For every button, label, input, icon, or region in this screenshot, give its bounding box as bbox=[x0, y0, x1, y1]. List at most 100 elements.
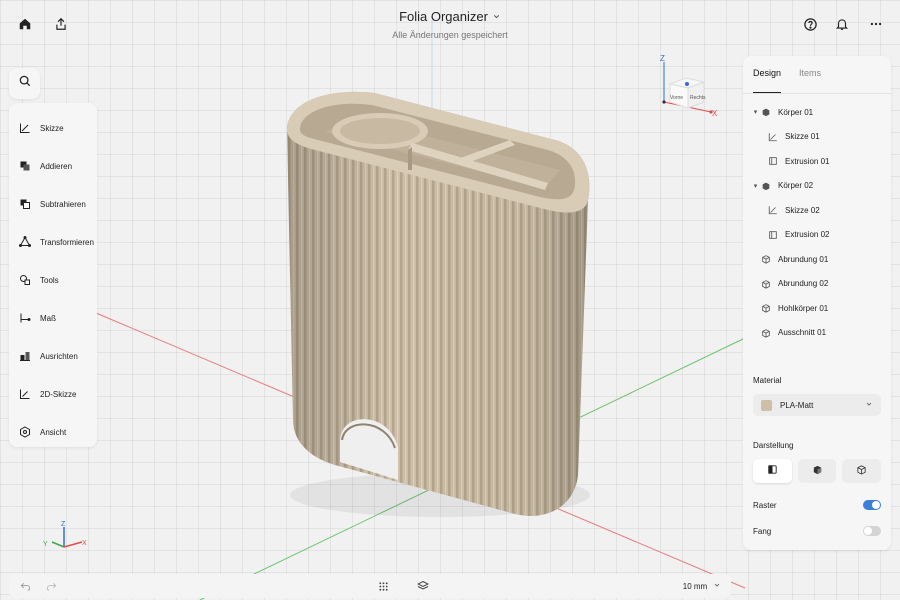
tool-align[interactable]: Ausrichten bbox=[9, 337, 97, 375]
tab-design[interactable]: Design bbox=[753, 68, 782, 93]
viewcube-front-label: Vorne bbox=[670, 95, 683, 101]
tree-item-sketch-01[interactable]: Skizze 01 bbox=[743, 125, 891, 150]
tree-item-extrusion-02[interactable]: Extrusion 02 bbox=[743, 223, 891, 248]
tree-item-label: Extrusion 02 bbox=[785, 230, 830, 240]
measure-icon bbox=[18, 311, 32, 325]
display-label: Darstellung bbox=[753, 441, 794, 450]
tree-item-label: Hohlkörper 01 bbox=[778, 303, 829, 313]
viewcube-x-label: X bbox=[712, 109, 718, 118]
tree-item-body-02[interactable]: ▾ Körper 02 bbox=[743, 174, 891, 199]
add-icon bbox=[18, 159, 32, 173]
tool-label: Ansicht bbox=[40, 427, 67, 437]
tool-2d-sketch[interactable]: 2D-Skizze bbox=[9, 375, 97, 413]
tool-sketch[interactable]: Skizze bbox=[9, 109, 97, 147]
gizmo-y-label: Y bbox=[43, 541, 48, 548]
tree-item-fillet-01[interactable]: Abrundung 01 bbox=[743, 247, 891, 272]
tree-item-sketch-02[interactable]: Skizze 02 bbox=[743, 198, 891, 223]
sketch-icon bbox=[767, 131, 778, 142]
help-icon[interactable] bbox=[794, 8, 826, 40]
tree-item-body-01[interactable]: ▾ Körper 01 bbox=[743, 100, 891, 125]
snap-label: Fang bbox=[753, 526, 772, 536]
tool-add[interactable]: Addieren bbox=[9, 147, 97, 185]
material-select[interactable]: PLA-Matt bbox=[753, 394, 881, 416]
feature-cube-icon bbox=[760, 278, 771, 289]
panel-tabs: Design Items bbox=[743, 56, 891, 94]
tool-tools[interactable]: Tools bbox=[9, 261, 97, 299]
raster-label: Raster bbox=[753, 500, 777, 510]
units-value: 10 mm bbox=[682, 581, 708, 591]
view-cube[interactable]: Vorne Rechts Z X bbox=[656, 54, 726, 124]
tool-label: Tools bbox=[40, 275, 59, 285]
display-mode-group bbox=[753, 459, 882, 483]
more-icon[interactable] bbox=[860, 8, 892, 40]
design-panel: Design Items ▾ Körper 01 Skizze 01 Extru… bbox=[743, 56, 891, 550]
display-solid-button[interactable] bbox=[753, 459, 792, 483]
search-icon bbox=[18, 74, 32, 93]
document-title-text: Folia Organizer bbox=[399, 9, 488, 24]
snap-row: Fang bbox=[753, 526, 881, 536]
tree-item-label: Extrusion 01 bbox=[785, 156, 830, 166]
sketch-icon bbox=[767, 205, 778, 216]
tool-label: Subtrahieren bbox=[40, 199, 86, 209]
tree-item-label: Körper 01 bbox=[778, 107, 814, 117]
extrusion-icon bbox=[767, 229, 778, 240]
tool-label: Ausrichten bbox=[40, 351, 78, 361]
material-swatch bbox=[761, 399, 772, 411]
tool-view[interactable]: Ansicht bbox=[9, 413, 97, 451]
top-bar: Folia Organizer Alle Änderungen gespeich… bbox=[0, 0, 900, 48]
material-value: PLA-Matt bbox=[780, 400, 814, 410]
tool-measure[interactable]: Maß bbox=[9, 299, 97, 337]
tree-item-label: Ausschnitt 01 bbox=[778, 328, 827, 338]
tree-item-shell-01[interactable]: Hohlkörper 01 bbox=[743, 296, 891, 321]
collapse-icon[interactable]: ▾ bbox=[751, 182, 760, 190]
redo-icon[interactable] bbox=[41, 574, 61, 598]
gizmo-z-label: Z bbox=[61, 521, 66, 528]
document-title[interactable]: Folia Organizer bbox=[399, 9, 501, 24]
material-label: Material bbox=[753, 376, 782, 385]
tools-icon bbox=[18, 273, 32, 287]
tools-panel: Skizze Addieren Subtrahieren Transformie… bbox=[9, 103, 97, 447]
tree-item-label: Abrundung 02 bbox=[778, 279, 829, 289]
tree-item-label: Körper 02 bbox=[778, 181, 814, 191]
display-wireframe-button[interactable] bbox=[842, 459, 882, 483]
title-area: Folia Organizer Alle Änderungen gespeich… bbox=[0, 8, 900, 40]
chevron-down-icon bbox=[865, 400, 873, 410]
feature-cube-icon bbox=[760, 254, 771, 265]
tool-label: Skizze bbox=[40, 123, 64, 133]
view-icon bbox=[18, 425, 32, 439]
snap-toggle[interactable] bbox=[863, 526, 881, 536]
sketch-icon bbox=[18, 121, 32, 135]
tool-subtract[interactable]: Subtrahieren bbox=[9, 185, 97, 223]
raster-toggle[interactable] bbox=[863, 500, 881, 510]
feature-cube-icon bbox=[760, 303, 771, 314]
viewcube-right-label: Rechts bbox=[690, 95, 706, 101]
tree-item-label: Skizze 01 bbox=[785, 132, 820, 142]
bell-icon[interactable] bbox=[826, 8, 858, 40]
body-icon bbox=[760, 107, 771, 118]
tool-transform[interactable]: Transformieren bbox=[9, 223, 97, 261]
search-button[interactable] bbox=[9, 68, 40, 99]
toggle-knob bbox=[864, 527, 872, 535]
toggle-knob bbox=[872, 501, 880, 509]
chevron-down-icon bbox=[713, 581, 721, 591]
subtract-icon bbox=[18, 197, 32, 211]
body-icon bbox=[760, 180, 771, 191]
tool-label: 2D-Skizze bbox=[40, 389, 77, 399]
display-shaded-button[interactable] bbox=[797, 459, 837, 483]
grid-icon[interactable] bbox=[373, 574, 393, 598]
undo-icon[interactable] bbox=[15, 574, 35, 598]
tree-item-extrusion-01[interactable]: Extrusion 01 bbox=[743, 149, 891, 174]
tree-item-fillet-02[interactable]: Abrundung 02 bbox=[743, 272, 891, 297]
tree-item-cutout-01[interactable]: Ausschnitt 01 bbox=[743, 321, 891, 346]
units-select[interactable]: 10 mm bbox=[677, 574, 727, 598]
wireframe-icon bbox=[856, 462, 867, 480]
layers-icon[interactable] bbox=[413, 574, 433, 598]
organizer-model bbox=[286, 91, 590, 517]
tree-item-label: Abrundung 01 bbox=[778, 254, 829, 264]
raster-row: Raster bbox=[753, 500, 881, 510]
tab-items[interactable]: Items bbox=[799, 68, 821, 93]
bottom-bar: 10 mm bbox=[9, 574, 731, 598]
tool-label: Transformieren bbox=[40, 237, 94, 247]
collapse-icon[interactable]: ▾ bbox=[751, 108, 760, 116]
tool-label: Maß bbox=[40, 313, 56, 323]
